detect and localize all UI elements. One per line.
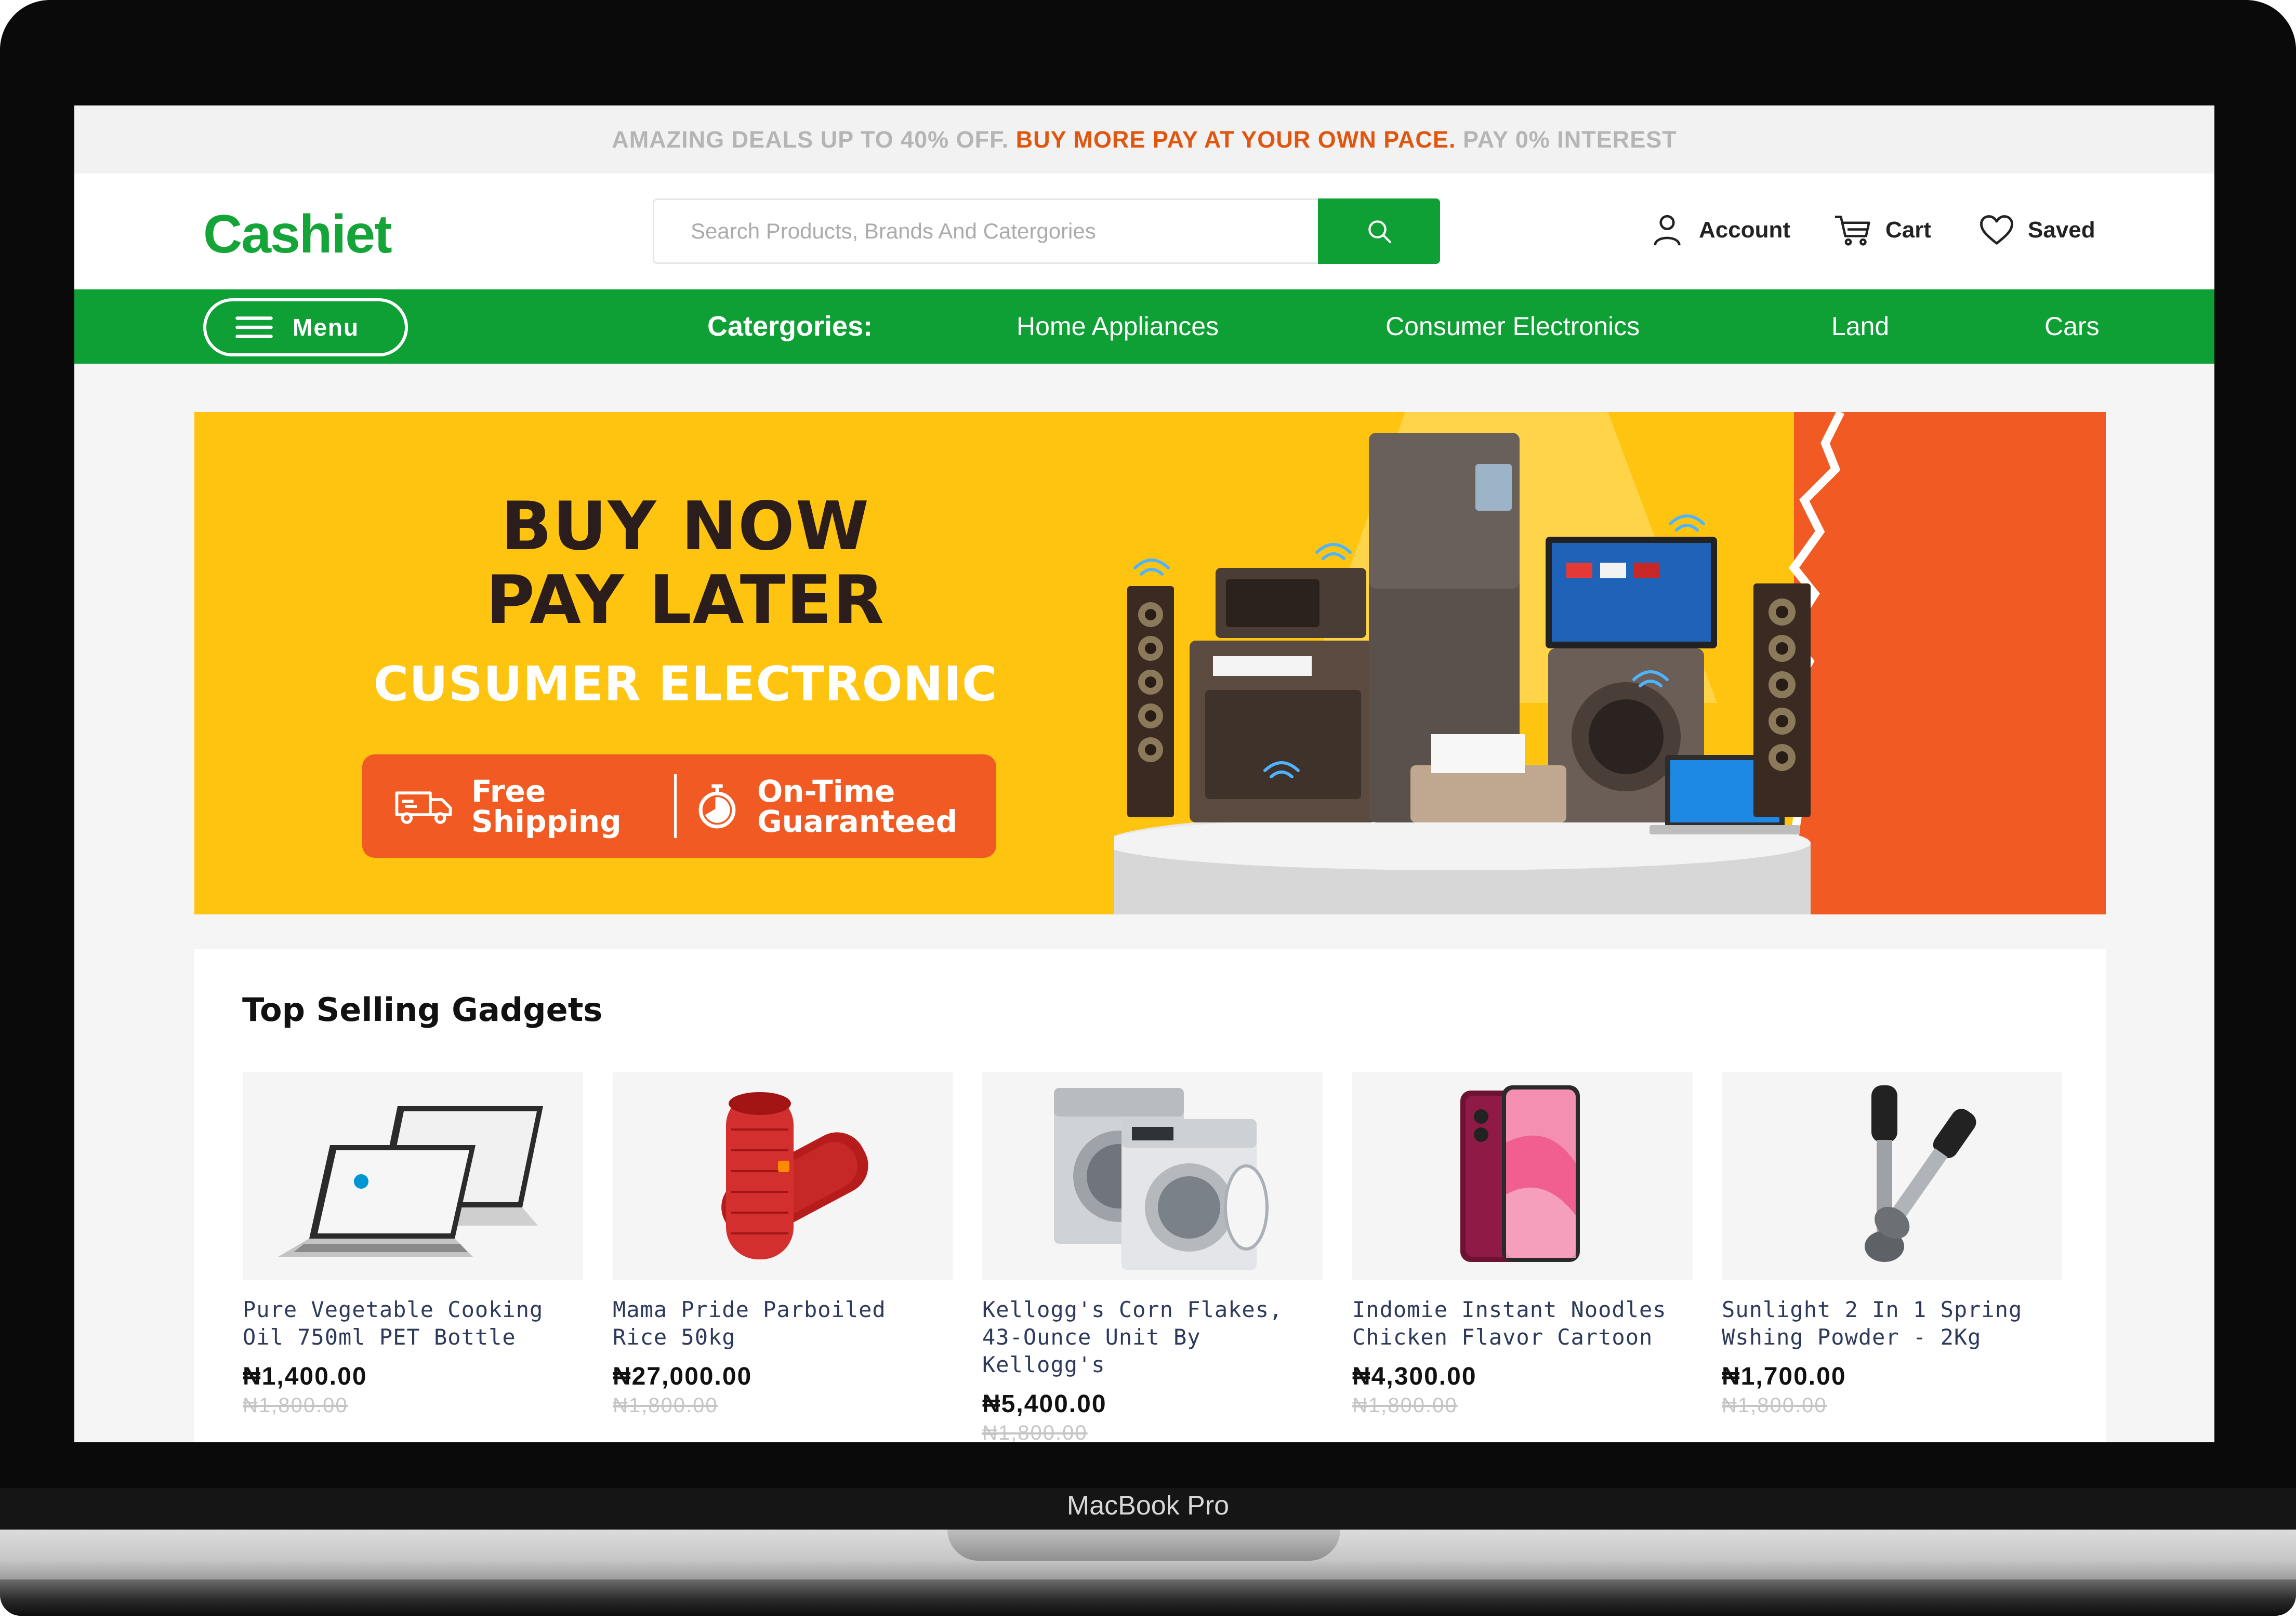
browser-viewport: AMAZING DEALS UP TO 40% OFF. BUY MORE PA…	[74, 105, 2214, 1442]
on-time-badge: On-Time Guaranteed	[695, 754, 957, 858]
product-price: ₦27,000.00	[613, 1363, 753, 1390]
stopwatch-icon	[698, 784, 736, 828]
laptop-base-lip	[0, 1579, 2296, 1616]
speaker-image	[721, 1092, 868, 1259]
hero-headline-line1: BUY NOW	[501, 488, 870, 565]
product-name[interactable]: Sunlight 2 In 1 Spring Wshing Powder - 2…	[1722, 1296, 2062, 1351]
section-title: Top Selling Gadgets	[242, 991, 603, 1029]
nav-land[interactable]: Land	[1831, 289, 1889, 364]
product-card[interactable]: Indomie Instant Noodles Chicken Flavor C…	[1352, 1072, 1693, 1417]
product-card[interactable]: Pure Vegetable Cooking Oil 750ml PET Bot…	[243, 1072, 583, 1417]
product-name[interactable]: Kellogg's Corn Flakes, 43-Ounce Unit By …	[982, 1296, 1323, 1378]
category-nav: Menu Catergories: Home Appliances Consum…	[74, 289, 2214, 364]
smartphone-image	[1460, 1085, 1580, 1262]
product-image-washing-machine[interactable]	[982, 1072, 1323, 1280]
search-icon	[1368, 220, 1391, 244]
free-shipping-line2: Shipping	[471, 803, 622, 839]
cashiet-logo[interactable]: Cashiet	[203, 204, 392, 265]
heart-icon	[1980, 215, 2013, 245]
account-label: Account	[1699, 217, 1790, 243]
on-time-text: On-Time Guaranteed	[757, 776, 957, 836]
delivery-truck-icon	[395, 791, 452, 824]
badge-divider	[674, 774, 677, 838]
product-name[interactable]: Pure Vegetable Cooking Oil 750ml PET Bot…	[243, 1296, 583, 1351]
product-card[interactable]: Mama Pride Parboiled Rice 50kg ₦27,000.0…	[613, 1072, 953, 1417]
promo-bar: AMAZING DEALS UP TO 40% OFF. BUY MORE PA…	[74, 105, 2214, 174]
on-time-line1: On-Time	[757, 773, 895, 809]
product-image-smartphone[interactable]	[1352, 1072, 1693, 1280]
menu-label: Menu	[293, 314, 360, 341]
product-card[interactable]: Sunlight 2 In 1 Spring Wshing Powder - 2…	[1722, 1072, 2062, 1417]
product-price: ₦1,400.00	[243, 1363, 367, 1390]
laptop-image	[278, 1106, 543, 1257]
product-old-price: ₦1,800.00	[1722, 1394, 1827, 1417]
nav-cars[interactable]: Cars	[2044, 289, 2100, 364]
electronics-illustration	[1114, 412, 1811, 914]
product-price: ₦4,300.00	[1352, 1363, 1477, 1390]
product-image-hand-blender[interactable]	[1722, 1072, 2062, 1280]
product-name[interactable]: Indomie Instant Noodles Chicken Flavor C…	[1352, 1296, 1693, 1351]
washing-machine-image	[1053, 1088, 1269, 1270]
top-selling-section: Top Selling Gadgets Pure Vegetable Cooki…	[194, 949, 2106, 1442]
nav-consumer-electronics[interactable]: Consumer Electronics	[1385, 289, 1640, 364]
hand-blender-image	[1864, 1085, 1976, 1262]
menu-button[interactable]: Menu	[203, 298, 408, 356]
search-button[interactable]	[1318, 198, 1440, 264]
on-time-line2: Guaranteed	[757, 803, 957, 839]
laptop-notch	[947, 1530, 1340, 1561]
hero-subheadline: CUSUMER ELECTRONIC	[373, 656, 998, 712]
cart-link[interactable]: Cart	[1833, 207, 1931, 254]
nav-home-appliances[interactable]: Home Appliances	[1017, 289, 1219, 364]
categories-heading: Catergories:	[707, 311, 873, 342]
device-model-label: MacBook Pro	[1066, 1491, 1230, 1521]
free-shipping-badge: Free Shipping	[393, 754, 622, 858]
hero-headline-line2: PAY LATER	[485, 562, 886, 639]
saved-link[interactable]: Saved	[1979, 207, 2095, 254]
product-name[interactable]: Mama Pride Parboiled Rice 50kg	[613, 1296, 953, 1351]
cart-icon	[1835, 216, 1870, 246]
hamburger-icon	[235, 316, 273, 338]
product-image-speaker[interactable]	[613, 1072, 953, 1280]
hero-banner[interactable]: BUY NOW PAY LATER CUSUMER ELECTRONIC Fre…	[194, 412, 2106, 914]
product-old-price: ₦1,800.00	[243, 1394, 348, 1417]
search-bar	[653, 198, 1440, 264]
saved-label: Saved	[2028, 217, 2095, 243]
hero-headline: BUY NOW PAY LATER	[366, 490, 1005, 637]
promo-text-highlight: BUY MORE PAY AT YOUR OWN PACE.	[1015, 126, 1456, 153]
promo-text-2: PAY 0% INTEREST	[1462, 126, 1677, 153]
free-shipping-line1: Free	[471, 773, 546, 809]
product-card[interactable]: Kellogg's Corn Flakes, 43-Ounce Unit By …	[982, 1072, 1323, 1442]
site-header: Cashiet Account Ca	[74, 174, 2214, 289]
product-price: ₦1,700.00	[1722, 1363, 1846, 1390]
product-image-laptop[interactable]	[243, 1072, 583, 1280]
product-old-price: ₦1,800.00	[1352, 1394, 1458, 1417]
promo-text-1: AMAZING DEALS UP TO 40% OFF.	[612, 126, 1009, 153]
product-price: ₦5,400.00	[982, 1390, 1107, 1418]
user-icon	[1654, 215, 1681, 246]
account-link[interactable]: Account	[1649, 207, 1790, 254]
cart-label: Cart	[1885, 217, 1932, 243]
product-old-price: ₦1,800.00	[982, 1421, 1088, 1442]
hero-benefits-badge: Free Shipping On-Time Guaranteed	[362, 754, 996, 858]
search-input[interactable]	[654, 200, 1318, 262]
product-old-price: ₦1,800.00	[613, 1394, 718, 1417]
free-shipping-text: Free Shipping	[471, 776, 622, 836]
